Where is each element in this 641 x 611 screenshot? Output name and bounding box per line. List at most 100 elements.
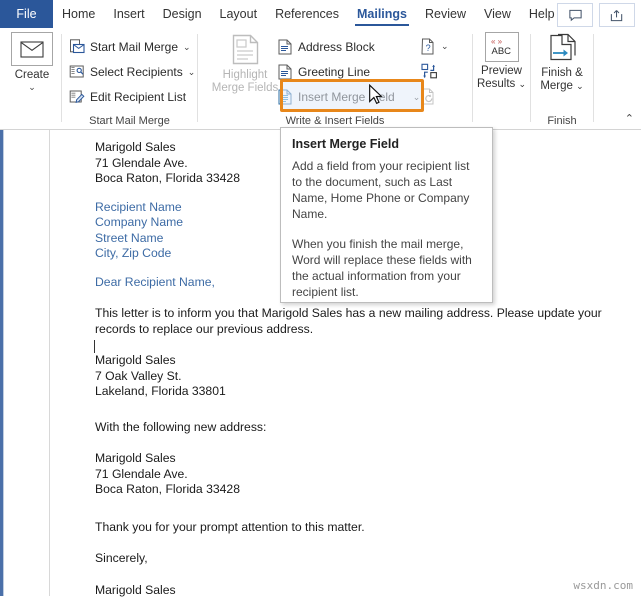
chevron-down-icon[interactable]: ⌄ <box>576 81 584 91</box>
tab-view-label: View <box>484 7 511 21</box>
sender-line-1: Marigold Sales <box>95 140 176 154</box>
tooltip-paragraph-2: When you finish the mail merge, Word wil… <box>292 237 472 299</box>
ribbon-group-preview-results: « » ABC Preview Results ⌄ <box>473 28 530 129</box>
text-caret <box>94 340 95 353</box>
group-divider-5 <box>593 34 594 122</box>
finish-merge-icon <box>545 32 579 64</box>
greeting-line-label: Greeting Line <box>298 65 371 79</box>
tab-home[interactable]: Home <box>53 0 104 28</box>
collapse-ribbon-chevron-up-icon[interactable]: ⌃ <box>625 112 634 125</box>
address-block-button[interactable]: Address Block <box>276 36 375 58</box>
sender-line-2: 71 Glendale Ave. <box>95 155 188 170</box>
highlight-merge-fields-button[interactable]: Highlight Merge Fields <box>209 32 281 95</box>
tab-home-label: Home <box>62 7 96 21</box>
tab-insert[interactable]: Insert <box>104 0 153 28</box>
new-address-intro: With the following new address: <box>95 419 267 434</box>
select-recipients-label: Select Recipients <box>90 65 183 79</box>
tab-layout-label: Layout <box>219 7 258 21</box>
preview-results-label-line1: Preview <box>481 65 522 77</box>
chevron-down-icon[interactable]: ⌄ <box>441 41 449 52</box>
greeting-line-icon <box>276 64 293 81</box>
tab-review-label: Review <box>425 7 467 21</box>
group-label-write-insert-fields: Write & Insert Fields <box>285 115 385 127</box>
new-address-line-3: Boca Raton, Florida 33428 <box>95 482 240 496</box>
insert-merge-field-button[interactable]: Insert Merge Field ⌄ <box>276 86 420 108</box>
start-mail-merge-label: Start Mail Merge <box>90 40 179 54</box>
select-recipients-icon <box>68 64 85 81</box>
sender-line-3: Boca Raton, Florida 33428 <box>95 171 240 185</box>
ribbon-group-finish: Finish & Merge ⌄ Finish <box>531 28 593 129</box>
merge-field-recipient-name: Recipient Name <box>95 199 182 214</box>
match-fields-button[interactable] <box>420 62 438 80</box>
group-label-start-mail-merge: Start Mail Merge <box>89 115 170 127</box>
insert-merge-field-tooltip: Insert Merge Field Add a field from your… <box>280 127 493 303</box>
body-paragraph-1: This letter is to inform you that Marigo… <box>95 306 602 336</box>
group-label-finish: Finish <box>547 115 577 127</box>
merge-field-city-zip: City, Zip Code <box>95 246 172 260</box>
create-chevron-down-icon[interactable]: ⌄ <box>28 83 36 92</box>
address-block-icon <box>276 39 293 56</box>
tab-references[interactable]: References <box>266 0 348 28</box>
select-recipients-button[interactable]: Select Recipients ⌄ <box>68 61 195 83</box>
ribbon-group-write-insert-fields: Highlight Merge Fields Address Block Gre… <box>198 28 472 129</box>
svg-text:ABC: ABC <box>491 46 511 57</box>
old-address-line-1: Marigold Sales <box>95 353 176 367</box>
tab-design-label: Design <box>162 7 202 21</box>
ribbon-group-create: Create ⌄ <box>4 28 61 129</box>
word-window: File Home Insert Design Layout Reference… <box>0 0 641 597</box>
match-fields-icon <box>420 62 438 80</box>
svg-text:« »: « » <box>491 37 503 46</box>
edit-recipient-list-icon <box>68 89 85 106</box>
old-address-block: Marigold Sales 7 Oak Valley St. Lakeland… <box>95 353 605 400</box>
update-labels-button[interactable] <box>420 87 438 105</box>
insert-merge-field-icon <box>276 89 293 106</box>
start-mail-merge-icon <box>68 39 85 56</box>
preview-results-label-line2-text: Results <box>476 78 516 90</box>
tab-references-label: References <box>275 7 339 21</box>
tab-design[interactable]: Design <box>154 0 211 28</box>
tab-review[interactable]: Review <box>416 0 475 28</box>
ribbon-group-start-mail-merge: Start Mail Merge ⌄ Select Recipients ⌄ E… <box>62 28 197 129</box>
tab-mailings-label: Mailings <box>357 7 408 21</box>
finish-and-merge-button[interactable]: Finish & Merge ⌄ <box>533 32 591 93</box>
address-block-label: Address Block <box>298 40 375 54</box>
abc-preview-icon: « » ABC <box>484 32 519 62</box>
chevron-down-icon[interactable]: ⌄ <box>519 79 527 89</box>
greeting-line-button[interactable]: Greeting Line <box>276 61 370 83</box>
title-bar-buttons <box>557 3 635 27</box>
new-address-line-2: 71 Glendale Ave. <box>95 466 188 481</box>
preview-results-button[interactable]: « » ABC Preview Results ⌄ <box>473 32 530 91</box>
closing-thanks: Thank you for your prompt attention to t… <box>95 519 365 534</box>
finish-merge-label-line1: Finish & <box>541 67 583 79</box>
share-button[interactable] <box>599 3 635 27</box>
create-button[interactable]: Create ⌄ <box>4 32 60 92</box>
edit-recipient-list-button[interactable]: Edit Recipient List <box>68 86 186 108</box>
closing-sincerely: Sincerely, <box>95 551 148 565</box>
rules-icon: ? <box>420 37 438 55</box>
ribbon: Create ⌄ Start Mail Merge ⌄ Select Recip… <box>0 28 641 130</box>
document-left-divider <box>3 130 4 596</box>
start-mail-merge-button[interactable]: Start Mail Merge ⌄ <box>68 36 191 58</box>
old-address-line-3: Lakeland, Florida 33801 <box>95 384 226 398</box>
tab-layout[interactable]: Layout <box>211 0 267 28</box>
update-labels-icon <box>420 87 438 105</box>
merge-field-company-name: Company Name <box>95 215 184 229</box>
tab-mailings[interactable]: Mailings <box>348 0 416 28</box>
edit-recipient-list-label: Edit Recipient List <box>90 90 187 104</box>
tooltip-title: Insert Merge Field <box>292 137 399 151</box>
salutation-text: Dear Recipient Name, <box>95 274 215 289</box>
tab-file[interactable]: File <box>0 0 53 28</box>
chevron-down-icon[interactable]: ⌄ <box>183 42 191 53</box>
envelope-icon <box>11 32 53 66</box>
rules-button[interactable]: ? ⌄ <box>420 37 449 55</box>
chevron-down-icon[interactable]: ⌄ <box>188 67 196 78</box>
tab-file-label: File <box>16 7 37 21</box>
highlight-merge-fields-icon <box>228 32 262 66</box>
tooltip-paragraph-1: Add a field from your recipient list to … <box>292 159 470 221</box>
tab-list: Home Insert Design Layout References Mai… <box>53 0 564 28</box>
share-icon <box>610 9 623 21</box>
comments-button[interactable] <box>557 3 593 27</box>
tab-help-label: Help <box>528 7 555 21</box>
finish-merge-label-line2-text: Merge <box>540 80 573 92</box>
tab-view[interactable]: View <box>475 0 520 28</box>
